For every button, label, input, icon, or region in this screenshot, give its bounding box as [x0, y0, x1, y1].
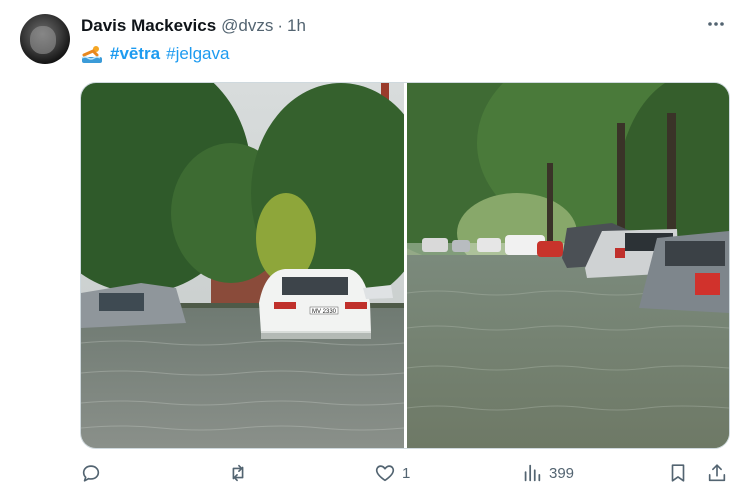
reply-icon — [82, 465, 100, 482]
tweet-header: Davis Mackevics @dvzs · 1h — [81, 15, 306, 37]
flooded-street-photo-2[interactable] — [407, 83, 729, 448]
author-name[interactable]: Davis Mackevics — [81, 16, 216, 36]
views-count: 399 — [549, 464, 575, 482]
retweet-button[interactable] — [227, 462, 255, 484]
views-icon — [524, 464, 541, 482]
like-count: 1 — [402, 464, 411, 482]
retweet-icon — [232, 464, 244, 482]
hashtag-link[interactable]: #jelgava — [166, 44, 229, 64]
more-options-button[interactable] — [706, 14, 726, 34]
views-button[interactable]: 399 — [521, 462, 574, 484]
flooded-street-photo-1[interactable]: MV 2330 — [81, 83, 404, 448]
media-grid: MV 2330 — [80, 82, 730, 449]
avatar-face — [30, 26, 56, 54]
hashtag-link[interactable]: #vētra — [110, 44, 160, 64]
share-icon — [708, 464, 726, 482]
bookmark-icon — [671, 464, 685, 482]
more-icon — [708, 22, 724, 26]
swimmer-icon — [81, 44, 103, 64]
heart-icon — [375, 465, 395, 482]
share-button[interactable] — [706, 462, 728, 484]
bookmark-button[interactable] — [667, 462, 689, 484]
tweet-text: #vētra #jelgava — [81, 44, 235, 64]
tweet-actions: 1 399 — [0, 462, 748, 488]
separator-dot: · — [277, 16, 284, 35]
author-handle[interactable]: @dvzs — [221, 16, 273, 36]
like-button[interactable]: 1 — [374, 462, 410, 484]
tweet-time[interactable]: 1h — [287, 16, 306, 36]
reply-button[interactable] — [80, 462, 108, 484]
avatar[interactable] — [20, 14, 70, 64]
license-plate: MV 2330 — [312, 309, 337, 315]
